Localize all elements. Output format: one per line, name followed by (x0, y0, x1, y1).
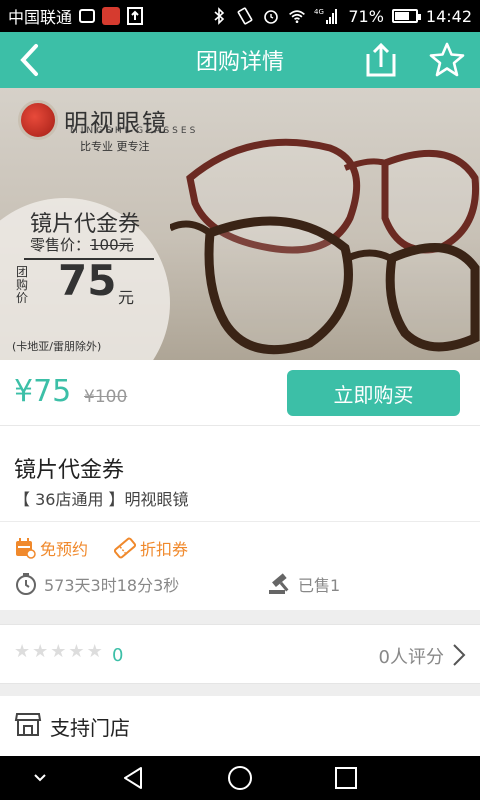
time-remaining: 573天3时18分3秒 (14, 572, 179, 596)
bluetooth-icon (210, 7, 228, 25)
battery-percent: 71% (348, 6, 384, 26)
supported-stores-label: 支持门店 (50, 716, 130, 740)
calendar-icon (16, 538, 36, 559)
rating-star-icon: ★ (86, 641, 103, 662)
battery-icon (391, 9, 421, 23)
supported-stores-row[interactable]: 支持门店 (0, 696, 480, 756)
price-bar: ¥75 ¥100 立即购买 (0, 360, 480, 426)
retail-label: 零售价： (30, 236, 91, 254)
alarm-icon (262, 7, 280, 25)
back-button[interactable] (0, 32, 60, 88)
retail-price: 100元 (90, 236, 134, 254)
rating-stars: ★ ★ ★ ★ ★ (14, 641, 103, 662)
app-header: 团购详情 (0, 32, 480, 88)
rating-star-icon: ★ (32, 641, 49, 662)
rating-row[interactable]: ★ ★ ★ ★ ★ 0 0人评分 (0, 624, 480, 684)
notification-app-icon (78, 7, 96, 25)
eyeglasses-image (170, 138, 480, 355)
nav-home-button[interactable] (226, 764, 254, 792)
rating-score: 0 (112, 645, 124, 666)
nav-recent-apps-button[interactable] (332, 764, 360, 792)
exclusion-note: (卡地亚/雷朋除外) (12, 340, 102, 353)
hide-keyboard-button[interactable] (26, 764, 54, 792)
status-bar: 中国联通 4G 71% 14:42 (0, 0, 480, 32)
star-icon (429, 42, 465, 77)
notification-red-app-icon (102, 7, 121, 25)
group-price-unit: 元 (118, 288, 135, 307)
tag-no-reservation: 免预约 (14, 536, 88, 560)
stopwatch-icon (16, 573, 36, 595)
brand-english: MINGSHI GLASSES (70, 126, 199, 136)
rating-star-icon: ★ (50, 641, 67, 662)
tag-label: 免预约 (40, 540, 89, 559)
page-title: 团购详情 (195, 50, 284, 75)
vibrate-icon (236, 7, 254, 25)
ticket-icon (114, 537, 136, 559)
voucher-retail-price: 零售价：100元 (30, 234, 134, 255)
share-icon (366, 42, 396, 77)
buy-now-button[interactable]: 立即购买 (287, 370, 460, 416)
chevron-right-icon (453, 644, 466, 666)
rating-count: 0人评分 (378, 647, 444, 668)
favorite-button[interactable] (428, 42, 466, 78)
group-price: 75 (58, 256, 117, 305)
tag-label: 折扣券 (140, 540, 189, 559)
wifi-icon (288, 7, 306, 25)
chevron-left-icon (20, 44, 38, 76)
current-price: ¥75 (14, 374, 72, 409)
notification-upload-icon (126, 7, 144, 25)
clock: 14:42 (425, 6, 472, 26)
sold-text: 已售1 (298, 576, 341, 595)
time-remaining-text: 573天3时18分3秒 (44, 576, 180, 595)
store-icon (14, 713, 42, 736)
carrier-label: 中国联通 (8, 8, 73, 27)
nav-back-button[interactable] (120, 764, 148, 792)
brand-slogan: 比专业 更专注 (80, 140, 150, 153)
section-gap (0, 684, 480, 696)
deal-subtitle: 【 36店通用 】明视眼镜 (14, 490, 189, 509)
section-gap (0, 610, 480, 624)
deal-info: 镜片代金券 【 36店通用 】明视眼镜 (0, 426, 480, 522)
rating-star-icon: ★ (14, 641, 31, 662)
svg-text:4G: 4G (314, 8, 324, 16)
system-nav-bar (0, 756, 480, 800)
original-price: ¥100 (84, 387, 128, 407)
deal-tags: 免预约 折扣券 573天3时18分3秒 已售1 (0, 522, 480, 610)
share-button[interactable] (362, 42, 400, 78)
group-price-label: 团购价 (16, 265, 29, 305)
deal-title: 镜片代金券 (14, 458, 125, 483)
deal-banner-image: 明视眼镜 MINGSHI GLASSES 比专业 更专注 镜片代金券 零售价：1… (0, 88, 480, 360)
tag-discount-coupon: 折扣券 (114, 536, 188, 560)
gavel-icon (269, 573, 289, 594)
signal-icon: 4G (314, 7, 340, 25)
brand-logo (18, 100, 58, 140)
rating-star-icon: ★ (68, 641, 85, 662)
sold-count: 已售1 (266, 572, 340, 596)
